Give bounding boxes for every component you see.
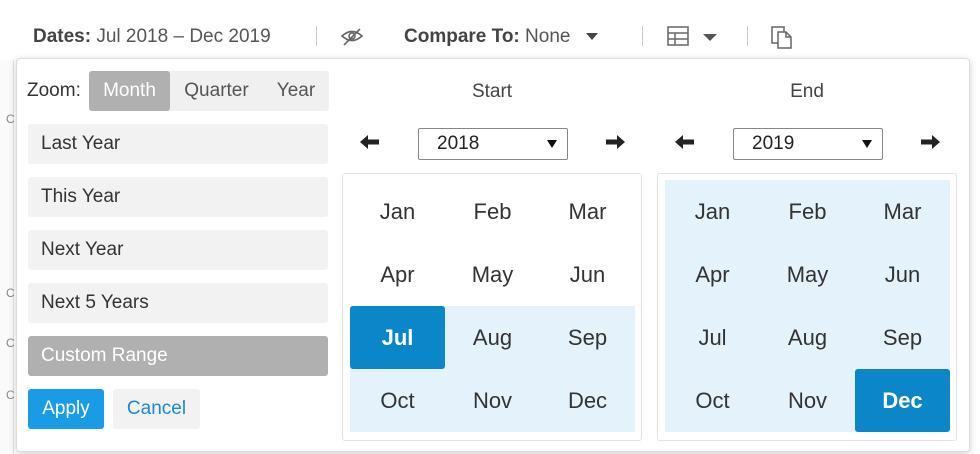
- table-menu-chevron-icon[interactable]: [703, 34, 717, 41]
- dates-dropdown[interactable]: Dates: Jul 2018 – Dec 2019: [33, 26, 271, 48]
- start-title: Start: [471, 81, 513, 102]
- zoom-toggle: Month Quarter Year: [89, 71, 329, 111]
- compare-label: Compare To:: [404, 26, 520, 47]
- side-glyph: C: [6, 286, 15, 300]
- start-month-mar[interactable]: Mar: [540, 180, 635, 243]
- preset-next-year[interactable]: Next Year: [28, 230, 328, 270]
- toolbar-divider: [747, 26, 748, 46]
- zoom-year-button[interactable]: Year: [263, 71, 329, 111]
- apply-button[interactable]: Apply: [28, 389, 104, 429]
- chevron-down-icon: [585, 33, 598, 41]
- start-month-aug[interactable]: Aug: [445, 306, 540, 369]
- start-month-grid: Jan Feb Mar Apr May Jun Jul Aug Sep Oct …: [342, 173, 642, 441]
- start-month-oct[interactable]: Oct: [350, 369, 445, 432]
- start-year-select[interactable]: 2018: [418, 128, 568, 160]
- start-month-apr[interactable]: Apr: [350, 243, 445, 306]
- preset-custom-range[interactable]: Custom Range: [28, 336, 328, 376]
- start-month-sep[interactable]: Sep: [540, 306, 635, 369]
- end-title: End: [790, 81, 824, 102]
- start-month-may[interactable]: May: [445, 243, 540, 306]
- end-month-dec[interactable]: Dec: [855, 369, 950, 432]
- start-prev-arrow-icon[interactable]: [360, 135, 384, 155]
- compare-dropdown[interactable]: Compare To: None: [404, 26, 598, 48]
- zoom-label: Zoom:: [27, 80, 81, 101]
- end-prev-arrow-icon[interactable]: [675, 135, 699, 155]
- start-month-feb[interactable]: Feb: [445, 180, 540, 243]
- start-month-jun[interactable]: Jun: [540, 243, 635, 306]
- preset-this-year[interactable]: This Year: [28, 177, 328, 217]
- caret-down-icon: [547, 140, 557, 148]
- end-year-value: 2019: [752, 133, 795, 154]
- preset-last-year[interactable]: Last Year: [28, 124, 328, 164]
- caret-down-icon: [862, 140, 872, 148]
- preset-next-5-years[interactable]: Next 5 Years: [28, 283, 328, 323]
- end-month-sep[interactable]: Sep: [855, 306, 950, 369]
- end-month-apr[interactable]: Apr: [665, 243, 760, 306]
- table-icon[interactable]: [667, 26, 691, 53]
- end-month-jun[interactable]: Jun: [855, 243, 950, 306]
- start-year-value: 2018: [437, 133, 480, 154]
- end-month-feb[interactable]: Feb: [760, 180, 855, 243]
- side-glyph: C: [6, 112, 15, 126]
- zoom-quarter-button[interactable]: Quarter: [170, 71, 263, 111]
- background-table-edge: C C C C: [0, 60, 15, 454]
- end-month-jul[interactable]: Jul: [665, 306, 760, 369]
- end-next-arrow-icon[interactable]: [920, 135, 944, 155]
- dates-value: Jul 2018 – Dec 2019: [96, 26, 271, 47]
- start-next-arrow-icon[interactable]: [605, 135, 629, 155]
- start-month-nov[interactable]: Nov: [445, 369, 540, 432]
- end-month-oct[interactable]: Oct: [665, 369, 760, 432]
- toolbar-divider: [316, 26, 317, 46]
- end-year-select[interactable]: 2019: [733, 128, 883, 160]
- dates-label: Dates:: [33, 26, 92, 47]
- side-glyph: C: [6, 388, 15, 402]
- end-month-grid: Jan Feb Mar Apr May Jun Jul Aug Sep Oct …: [657, 173, 957, 441]
- end-month-jan[interactable]: Jan: [665, 180, 760, 243]
- start-month-dec[interactable]: Dec: [540, 369, 635, 432]
- toolbar: Dates: Jul 2018 – Dec 2019 Compare To: N…: [0, 0, 980, 60]
- hide-icon[interactable]: [340, 26, 364, 53]
- start-month-jul[interactable]: Jul: [350, 306, 445, 369]
- zoom-month-button[interactable]: Month: [89, 71, 170, 111]
- end-month-aug[interactable]: Aug: [760, 306, 855, 369]
- compare-value: None: [525, 26, 571, 47]
- end-month-mar[interactable]: Mar: [855, 180, 950, 243]
- toolbar-divider: [642, 26, 643, 46]
- side-glyph: C: [6, 336, 15, 350]
- start-month-jan[interactable]: Jan: [350, 180, 445, 243]
- end-month-nov[interactable]: Nov: [760, 369, 855, 432]
- cancel-button[interactable]: Cancel: [113, 389, 200, 429]
- end-month-may[interactable]: May: [760, 243, 855, 306]
- copy-icon[interactable]: [770, 26, 794, 55]
- date-range-panel: Zoom: Month Quarter Year Last Year This …: [16, 58, 970, 452]
